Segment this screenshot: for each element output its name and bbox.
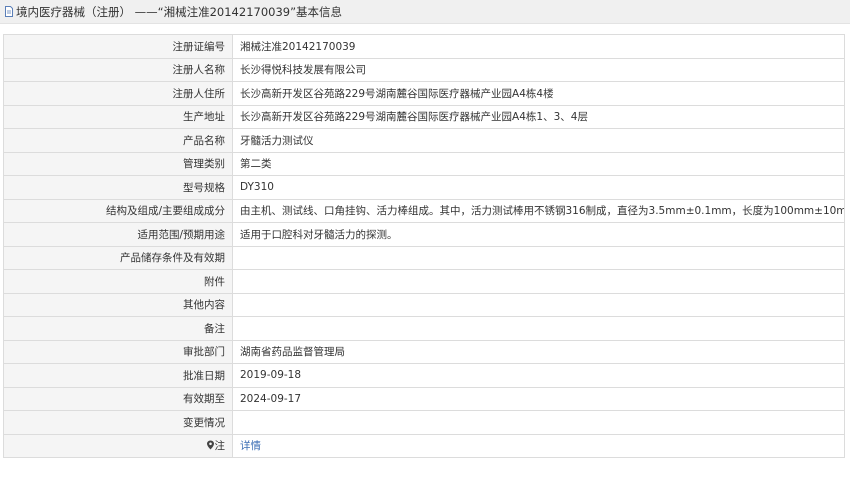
info-table: 注册证编号 湘械注准20142170039 注册人名称 长沙得悦科技发展有限公司… (3, 34, 845, 458)
table-row: 产品储存条件及有效期 (3, 245, 845, 270)
row-value: 长沙高新开发区谷苑路229号湖南麓谷国际医疗器械产业园A4栋4楼 (232, 81, 845, 106)
table-row: 产品名称 牙髓活力测试仪 (3, 128, 845, 153)
table-row: 适用范围/预期用途 适用于口腔科对牙髓活力的探测。 (3, 222, 845, 247)
row-value: DY310 (232, 175, 845, 200)
note-label: 注 (214, 440, 226, 453)
row-label: 有效期至 (3, 386, 233, 411)
row-value (232, 269, 845, 294)
row-value (232, 410, 845, 435)
row-label: 注册证编号 (3, 34, 233, 59)
row-label: 注册人名称 (3, 57, 233, 82)
row-value: 牙髓活力测试仪 (232, 128, 845, 153)
table-row: 注册人住所 长沙高新开发区谷苑路229号湖南麓谷国际医疗器械产业园A4栋4楼 (3, 81, 845, 106)
table-row: 批准日期 2019-09-18 (3, 363, 845, 388)
table-row: 审批部门 湖南省药品监督管理局 (3, 339, 845, 364)
row-label: 备注 (3, 316, 233, 341)
row-value (232, 292, 845, 317)
row-label: 注册人住所 (3, 81, 233, 106)
row-label: 附件 (3, 269, 233, 294)
row-value: 由主机、测试线、口角挂钩、活力棒组成。其中，活力测试棒用不锈钢316制成，直径为… (232, 198, 845, 223)
document-icon (4, 6, 14, 17)
note-value: 详情 (232, 433, 845, 458)
details-link[interactable]: 详情 (240, 440, 261, 452)
page-header: 境内医疗器械（注册） ——“湘械注准20142170039”基本信息 (0, 0, 850, 24)
row-label: 其他内容 (3, 292, 233, 317)
row-label: 批准日期 (3, 363, 233, 388)
row-value: 2019-09-18 (232, 363, 845, 388)
row-label: 产品储存条件及有效期 (3, 245, 233, 270)
table-row: 其他内容 (3, 292, 845, 317)
row-label: 审批部门 (3, 339, 233, 364)
table-row: 结构及组成/主要组成成分 由主机、测试线、口角挂钩、活力棒组成。其中，活力测试棒… (3, 198, 845, 223)
row-value: 适用于口腔科对牙髓活力的探测。 (232, 222, 845, 247)
location-pin-icon (206, 440, 215, 450)
table-row: 注册证编号 湘械注准20142170039 (3, 34, 845, 59)
row-value: 湖南省药品监督管理局 (232, 339, 845, 364)
row-value: 长沙得悦科技发展有限公司 (232, 57, 845, 82)
row-value: 湘械注准20142170039 (232, 34, 845, 59)
row-label: 型号规格 (3, 175, 233, 200)
table-row: 注册人名称 长沙得悦科技发展有限公司 (3, 57, 845, 82)
row-value: 第二类 (232, 151, 845, 176)
note-label-cell: 注 (3, 433, 233, 458)
table-row: 生产地址 长沙高新开发区谷苑路229号湖南麓谷国际医疗器械产业园A4栋1、3、4… (3, 104, 845, 129)
note-row: 注 详情 (3, 433, 845, 458)
row-label: 适用范围/预期用途 (3, 222, 233, 247)
row-value (232, 245, 845, 270)
table-row: 有效期至 2024-09-17 (3, 386, 845, 411)
table-row: 管理类别 第二类 (3, 151, 845, 176)
row-label: 管理类别 (3, 151, 233, 176)
row-label: 结构及组成/主要组成成分 (3, 198, 233, 223)
table-row: 变更情况 (3, 410, 845, 435)
table-row: 备注 (3, 316, 845, 341)
row-label: 变更情况 (3, 410, 233, 435)
row-value: 长沙高新开发区谷苑路229号湖南麓谷国际医疗器械产业园A4栋1、3、4层 (232, 104, 845, 129)
row-value: 2024-09-17 (232, 386, 845, 411)
row-value (232, 316, 845, 341)
table-row: 附件 (3, 269, 845, 294)
page-title: 境内医疗器械（注册） ——“湘械注准20142170039”基本信息 (16, 4, 343, 19)
row-label: 生产地址 (3, 104, 233, 129)
row-label: 产品名称 (3, 128, 233, 153)
table-row: 型号规格 DY310 (3, 175, 845, 200)
